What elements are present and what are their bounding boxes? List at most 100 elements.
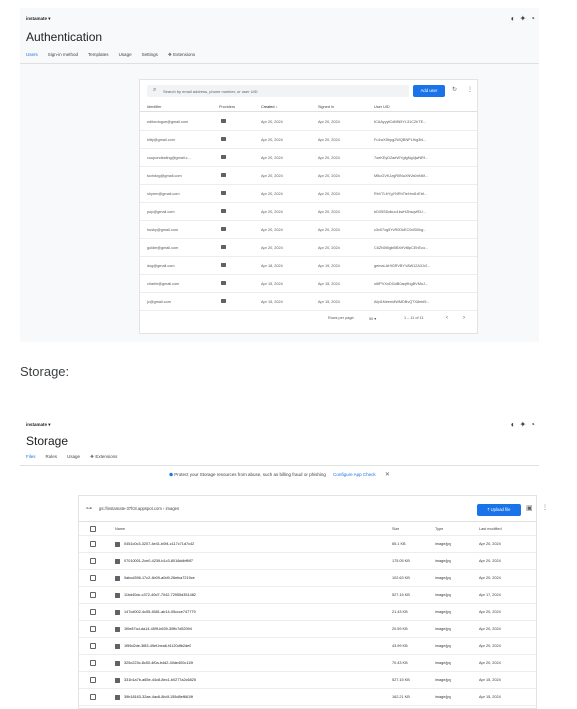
row-checkbox[interactable] [90, 592, 96, 598]
table-row[interactable]: 325c223c-8c50-4f0a-b4d2-40de400c119f 70.4… [79, 655, 536, 672]
prev-page-icon[interactable]: ‹ [446, 315, 448, 321]
user-signed-in: Apr 20, 2024 [318, 228, 340, 232]
add-user-button[interactable]: Add user [413, 85, 445, 97]
user-identifier: pup@gmail.com [147, 210, 175, 214]
table-row[interactable]: 0451c0c3-3207-4e41-b0f4-c117c71d7c42 65.1… [79, 536, 536, 553]
user-created: Apr 18, 2024 [261, 264, 283, 268]
user-signed-in: Apr 20, 2024 [318, 156, 340, 160]
user-signed-in: Apr 20, 2024 [318, 210, 340, 214]
project-selector[interactable]: instamate ▾ [26, 422, 51, 428]
table-row[interactable]: pup@gmail.com Apr 20, 2024 Apr 20, 2024 bD0… [140, 203, 477, 221]
sparkle-icon[interactable]: ✦ [519, 14, 530, 23]
table-row[interactable]: 331b1a7b-a65e-44c8-8ec1-b0277a2c6825 527.… [79, 672, 536, 689]
select-all-checkbox[interactable] [90, 526, 96, 532]
file-size: 527.15 KB [392, 678, 410, 682]
bucket-path[interactable]: gs://instamate-37fc8.appspot.com › image… [99, 506, 179, 511]
search-placeholder: Search by email address, phone number, o… [163, 89, 258, 94]
more-options-icon[interactable]: ⋮ [542, 504, 548, 511]
file-name[interactable]: 11bd40dc-c372-40d7-7042-72955d351482 [124, 593, 196, 597]
next-page-icon[interactable]: › [463, 315, 465, 321]
users-table-header: Identifier Providers Created ↓ Signed In… [140, 102, 477, 112]
file-name[interactable]: 325c223c-8c50-4f0a-b4d2-40de400c119f [124, 661, 193, 665]
search-input[interactable]: ⌕ Search by email address, phone number,… [147, 85, 409, 97]
row-checkbox[interactable] [90, 541, 96, 547]
user-signed-in: Apr 15, 2024 [318, 282, 340, 286]
new-folder-icon[interactable]: ▣ [526, 504, 533, 512]
image-file-icon [115, 695, 120, 700]
table-row[interactable]: husky@gmail.com Apr 20, 2024 Apr 20, 2024 c… [140, 221, 477, 239]
configure-app-check-link[interactable]: Configure App Check [333, 472, 376, 477]
user-created: Apr 20, 2024 [261, 120, 283, 124]
user-signed-in: Apr 20, 2024 [318, 246, 340, 250]
table-row[interactable]: tochdog@gmail.com Apr 20, 2024 Apr 20, 202… [140, 167, 477, 185]
file-type: image/jpg [435, 678, 452, 682]
pagination-range: 1 – 11 of 11 [404, 316, 424, 320]
sparkle-icon[interactable]: ✦ [519, 420, 530, 429]
row-checkbox[interactable] [90, 609, 96, 615]
user-identifier: coupondealing@gmail.c... [147, 156, 191, 160]
file-type: image/jpg [435, 695, 452, 699]
table-row[interactable]: 1f59d2de-3f83-49ef-bea6-f4120dfb2de0 43.9… [79, 638, 536, 655]
col-created[interactable]: Created ↓ [261, 105, 277, 109]
file-name[interactable]: 0abcd396-17c2-4b09-a0d9-26efca7219ce [124, 576, 195, 580]
project-selector[interactable]: instamate ▾ [26, 16, 51, 22]
mail-icon [221, 281, 226, 285]
user-created: Apr 20, 2024 [261, 192, 283, 196]
table-row[interactable]: goldie@gmail.com Apr 20, 2024 Apr 20, 2024… [140, 239, 477, 257]
col-type[interactable]: Type [435, 527, 443, 531]
file-name[interactable]: 147cd002-4c55-4581-ab14-05ccce747779 [124, 610, 196, 614]
help-icon[interactable]: ◔ [530, 420, 539, 429]
link-icon[interactable]: ⊶ [86, 505, 92, 512]
more-options-icon[interactable]: ⋮ [467, 86, 473, 93]
col-signed-in[interactable]: Signed In [318, 105, 334, 109]
col-user-uid[interactable]: User UID [374, 105, 390, 109]
table-row[interactable]: coupondealing@gmail.c... Apr 20, 2024 Apr … [140, 149, 477, 167]
user-created: Apr 15, 2024 [261, 300, 283, 304]
row-checkbox[interactable] [90, 558, 96, 564]
file-name[interactable]: 0451c0c3-3207-4e41-b0f4-c117c71d7c42 [124, 542, 194, 546]
row-checkbox[interactable] [90, 660, 96, 666]
table-row[interactable]: 0abcd396-17c2-4b09-a0d9-26efca7219ce 102.… [79, 570, 536, 587]
file-name[interactable]: 331b1a7b-a65e-44c8-8ec1-b0277a2c6825 [124, 678, 196, 682]
user-signed-in: Apr 20, 2024 [318, 138, 340, 142]
row-checkbox[interactable] [90, 575, 96, 581]
mail-icon [221, 209, 226, 213]
user-created: Apr 20, 2024 [261, 156, 283, 160]
table-row[interactable]: 11bd40dc-c372-40d7-7042-72955d351482 527.… [79, 587, 536, 604]
table-row[interactable]: 147cd002-4c55-4581-ab14-05ccce747779 21.4… [79, 604, 536, 621]
col-last-modified[interactable]: Last modified [479, 527, 502, 531]
table-row[interactable]: dog@gmail.com Apr 18, 2024 Apr 19, 2024 gem… [140, 257, 477, 275]
user-identifier: kitty@gmail.com [147, 138, 175, 142]
close-icon[interactable]: ✕ [385, 472, 390, 478]
file-modified: Apr 20, 2024 [479, 542, 501, 546]
table-row[interactable]: editordogue@gmail.com Apr 20, 2024 Apr 20,… [140, 113, 477, 131]
file-name[interactable]: 1f0e87cd-da14-459f-b639-30ffc7d52094 [124, 627, 192, 631]
col-identifier[interactable]: Identifier [147, 105, 162, 109]
col-size[interactable]: Size [392, 527, 399, 531]
table-row[interactable]: jc@gmail.com Apr 15, 2024 Apr 15, 2024 Afpi… [140, 293, 477, 311]
file-name[interactable]: 07010001-2ce0-4239-b1c3-8016ddbff4f7 [124, 559, 193, 563]
row-checkbox[interactable] [90, 694, 96, 700]
image-file-icon [115, 678, 120, 683]
table-row[interactable]: 07010001-2ce0-4239-b1c3-8016ddbff4f7 175.… [79, 553, 536, 570]
table-row[interactable]: charlie@gmail.com Apr 15, 2024 Apr 15, 202… [140, 275, 477, 293]
user-identifier: tochdog@gmail.com [147, 174, 182, 178]
row-checkbox[interactable] [90, 626, 96, 632]
file-type: image/jpg [435, 610, 452, 614]
row-checkbox[interactable] [90, 643, 96, 649]
refresh-icon[interactable]: ↻ [452, 86, 457, 93]
help-icon[interactable]: ◔ [530, 14, 539, 23]
rows-per-page-select[interactable]: 50 ▾ [369, 316, 376, 321]
table-row[interactable]: shyrnn@gmail.com Apr 20, 2024 Apr 20, 2024… [140, 185, 477, 203]
table-row[interactable]: 1f0e87cd-da14-459f-b639-30ffc7d52094 20.5… [79, 621, 536, 638]
file-name[interactable]: 39b18163-32ae-4ac6-8b4f-155d8ef6619f [124, 695, 193, 699]
file-size: 527.15 KB [392, 593, 410, 597]
table-row[interactable]: kitty@gmail.com Apr 20, 2024 Apr 20, 2024 F… [140, 131, 477, 149]
upload-file-button[interactable]: ⤒ Upload file [477, 504, 521, 516]
col-name[interactable]: Name [115, 527, 125, 531]
file-name[interactable]: 1f59d2de-3f83-49ef-bea6-f4120dfb2de0 [124, 644, 191, 648]
table-row[interactable]: 39b18163-32ae-4ac6-8b4f-155d8ef6619f 162.… [79, 689, 536, 706]
row-checkbox[interactable] [90, 677, 96, 683]
mail-icon [221, 191, 226, 195]
mail-icon [221, 299, 226, 303]
